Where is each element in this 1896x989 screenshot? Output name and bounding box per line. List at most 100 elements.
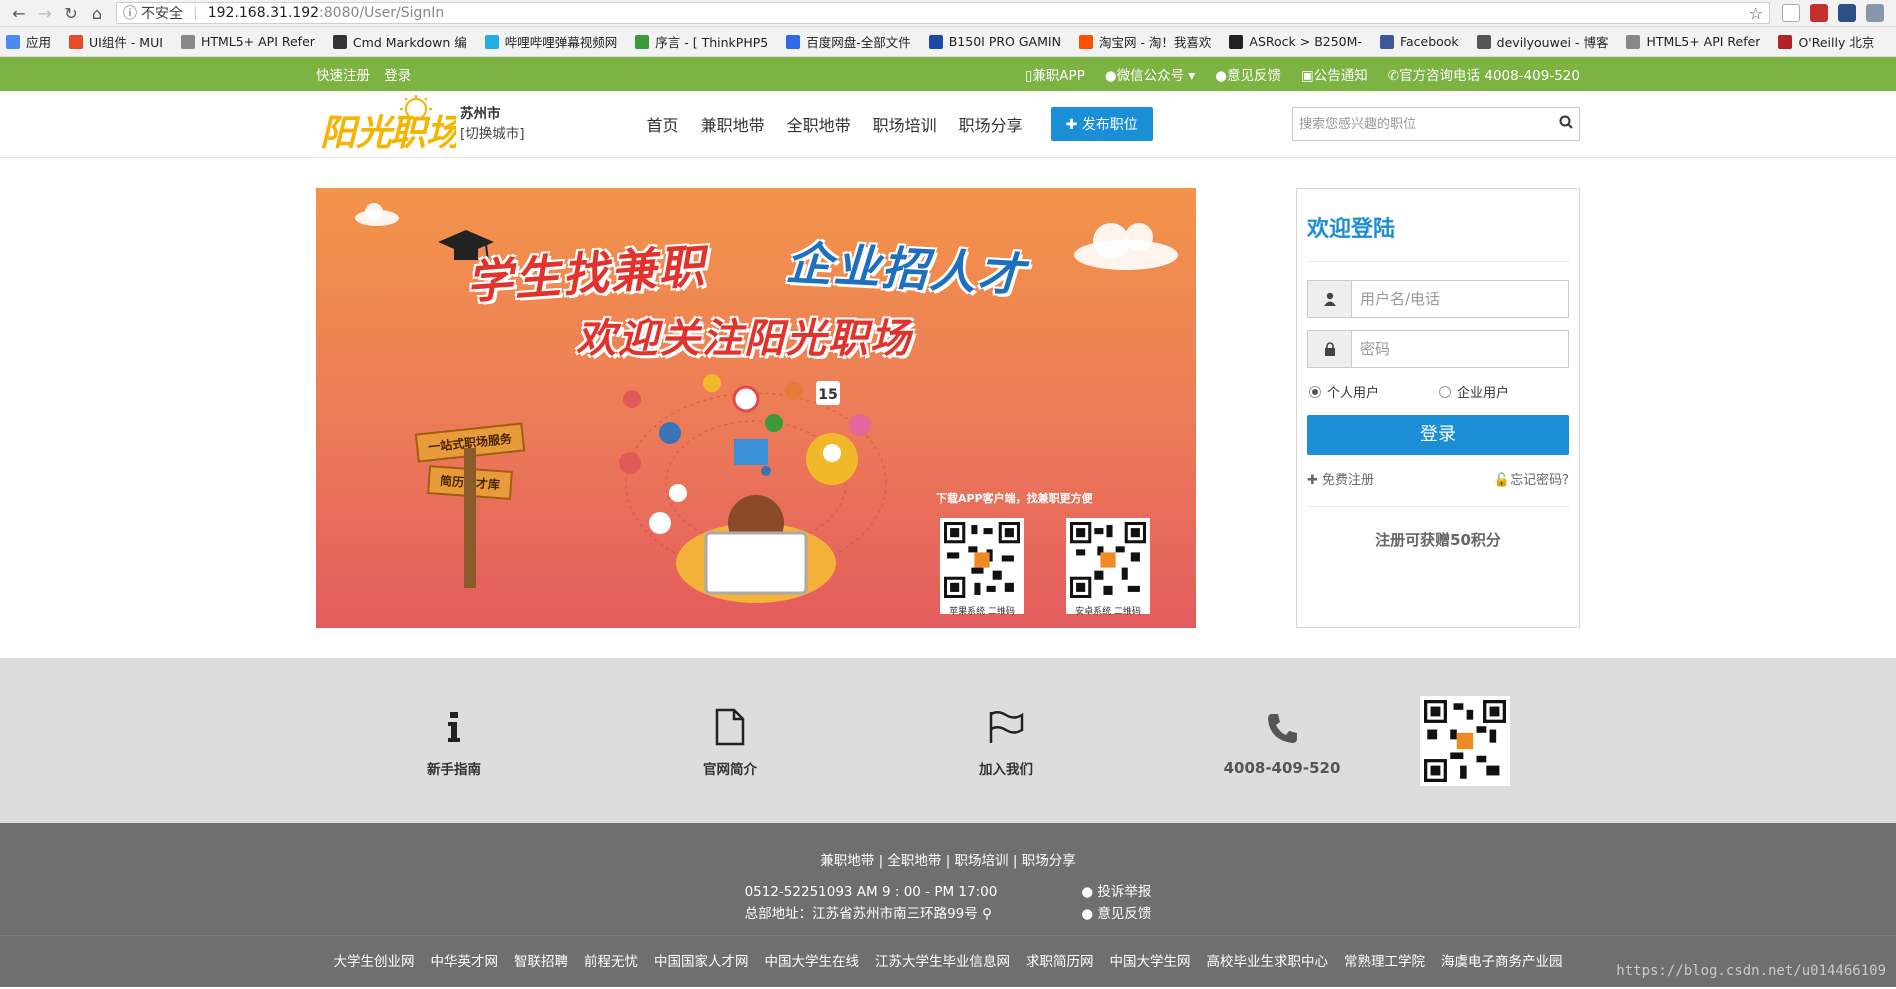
bookmark-item[interactable]: Facebook [1379,34,1459,49]
ios-qr-card[interactable]: 苹果系统 二维码 [940,518,1024,617]
footer-nav[interactable]: 兼职地带 | 全职地带 | 职场培训 | 职场分享 [820,853,1075,869]
back-icon[interactable]: ← [6,2,32,24]
oreilly-icon [1778,34,1793,49]
footer-address: 总部地址：江苏省苏州市南三环路99号 [744,906,978,922]
friend-link[interactable]: 中华英才网 [431,950,499,970]
bookmark-star-icon[interactable]: ☆ [1749,4,1763,23]
radio-company[interactable]: 企业用户 [1439,382,1569,401]
footer-feedback-link[interactable]: ● 意见反馈 [1081,903,1151,925]
forward-icon[interactable]: → [32,2,58,24]
cloud-icon [355,203,399,226]
friend-link[interactable]: 江苏大学生毕业信息网 [875,950,1010,970]
report-link[interactable]: ● 投诉举报 [1081,881,1151,903]
site-logo[interactable]: 阳光 职场 [316,95,466,154]
unlock-icon: 🔓 [1493,473,1511,488]
bookmark-item[interactable]: HTML5+ API Refer [1626,34,1760,49]
friend-link[interactable]: 前程无忧 [584,950,638,970]
friend-link[interactable]: 求职简历网 [1026,950,1094,970]
home-icon[interactable]: ⌂ [84,2,110,24]
footer-hours: 0512-52251093 AM 9 : 00 - PM 17:00 [744,884,998,900]
switch-city-link[interactable]: [切换城市] [460,124,525,144]
bookmark-item[interactable]: UI组件 - MUI [69,32,163,51]
publish-job-button[interactable]: ✚ 发布职位 [1050,107,1153,141]
taobao-icon [1078,34,1093,49]
ios-qr-code [944,522,1020,598]
svg-text:职场: 职场 [390,113,456,153]
bookmark-item[interactable]: ASRock > B250M- [1229,34,1362,49]
network-illustration: 15 [619,374,887,603]
android-qr-code [1070,522,1146,598]
extension-icon[interactable] [1782,4,1800,22]
android-qr-caption: 安卓系统 二维码 [1075,607,1141,617]
feedback-link[interactable]: ●意见反馈 [1215,64,1281,84]
radio-checked-icon [1309,385,1321,398]
bookmark-item[interactable]: 哔哩哔哩弹幕视频网 [484,32,617,51]
top-utility-bar: 快速注册 登录 ▯兼职APP ●微信公众号 ▾ ●意见反馈 ▣公告通知 ✆官方咨… [0,57,1896,91]
plus-icon: ✚ [1065,117,1078,133]
nav-parttime[interactable]: 兼职地带 [701,112,765,136]
phone-icon [1144,705,1420,751]
username-input[interactable] [1352,281,1568,317]
password-input[interactable] [1352,331,1568,367]
login-button[interactable]: 登录 [1307,415,1569,455]
friend-link[interactable]: 常熟理工学院 [1344,950,1425,970]
info-icon[interactable]: ⓘ [123,3,137,23]
friend-link[interactable]: 智联招聘 [514,950,568,970]
hotline-link[interactable]: ✆官方咨询电话 4008-409-520 [1388,64,1580,84]
quick-register-link[interactable]: 快速注册 [316,68,370,84]
msi-icon [928,34,943,49]
flash-extension-icon[interactable] [1810,4,1828,22]
bookmark-item[interactable]: B150I PRO GAMIN [928,34,1061,49]
bookmark-item[interactable]: 序言 - [ ThinkPHP5 [635,32,768,51]
nav-fulltime[interactable]: 全职地带 [787,112,851,136]
asrock-icon [1229,34,1244,49]
plus-icon: ✚ [1307,473,1318,488]
intro-link[interactable]: 官网简介 [592,704,868,778]
app-link[interactable]: ▯兼职APP [1025,64,1085,84]
bookmark-item[interactable]: 百度网盘-全部文件 [786,32,911,51]
user-icon: ● [1081,906,1094,922]
page-icon [180,34,195,49]
nav-home[interactable]: 首页 [647,112,679,136]
friend-links: 大学生创业网 中华英才网 智联招聘 前程无忧 中国国家人才网 中国大学生在线 江苏大学生毕业… [0,936,1896,970]
user-type-group: 个人用户 企业用户 [1307,382,1569,401]
map-marker-icon: ⚲ [982,906,992,922]
friend-link[interactable]: 海虞电子商务产业园 [1441,950,1563,970]
address-bar[interactable]: ⓘ 不安全 | 192.168.31.192:8080/User/SignIn … [116,2,1770,24]
join-link[interactable]: 加入我们 [868,704,1144,778]
bookmark-item[interactable]: Cmd Markdown 编 [332,32,467,51]
nav-training[interactable]: 职场培训 [873,112,937,136]
friend-link[interactable]: 高校毕业生求职中心 [1207,950,1329,970]
bookmark-item[interactable]: HTML5+ API Refer [180,34,315,49]
download-extension-icon[interactable] [1866,4,1884,22]
city-name: 苏州市 [460,106,501,122]
friend-link[interactable]: 中国国家人才网 [654,950,749,970]
register-link[interactable]: ✚ 免费注册 [1307,469,1374,488]
reload-icon[interactable]: ↻ [58,2,84,24]
android-qr-card[interactable]: 安卓系统 二维码 [1066,518,1150,617]
friend-link[interactable]: 中国大学生网 [1110,950,1191,970]
nav-share[interactable]: 职场分享 [959,112,1023,136]
search-input[interactable] [1299,116,1559,132]
job-search [1292,107,1580,141]
extension-icon[interactable] [1838,4,1856,22]
info-icon [316,704,592,750]
city-selector: 苏州市 [切换城市] [460,104,525,144]
wechat-link[interactable]: ●微信公众号 ▾ [1105,64,1195,84]
bilibili-icon [484,34,499,49]
bookmark-item[interactable]: O'Reilly 北京 [1778,32,1874,51]
promo-banner[interactable]: 学生找兼职 企业招人才 欢迎关注阳光职场 一站式职场服务 简历人才库 15 下载… [316,188,1196,628]
notice-link[interactable]: ▣公告通知 [1301,64,1368,84]
bookmark-item[interactable]: 应用 [6,32,51,51]
calendar-date: 15 [818,387,837,403]
guide-link[interactable]: 新手指南 [316,704,592,778]
search-icon[interactable] [1559,115,1573,133]
forgot-password-link[interactable]: 🔓忘记密码? [1494,469,1569,488]
friend-link[interactable]: 大学生创业网 [334,950,415,970]
friend-link[interactable]: 中国大学生在线 [765,950,860,970]
bookmark-item[interactable]: devilyouwei - 博客 [1476,32,1608,51]
radio-personal[interactable]: 个人用户 [1309,382,1439,401]
bookmark-item[interactable]: 淘宝网 - 淘！我喜欢 [1078,32,1211,51]
quick-links-band: 新手指南 官网简介 加入我们 4008-409-520 [0,658,1896,823]
top-login-link[interactable]: 登录 [384,68,411,84]
